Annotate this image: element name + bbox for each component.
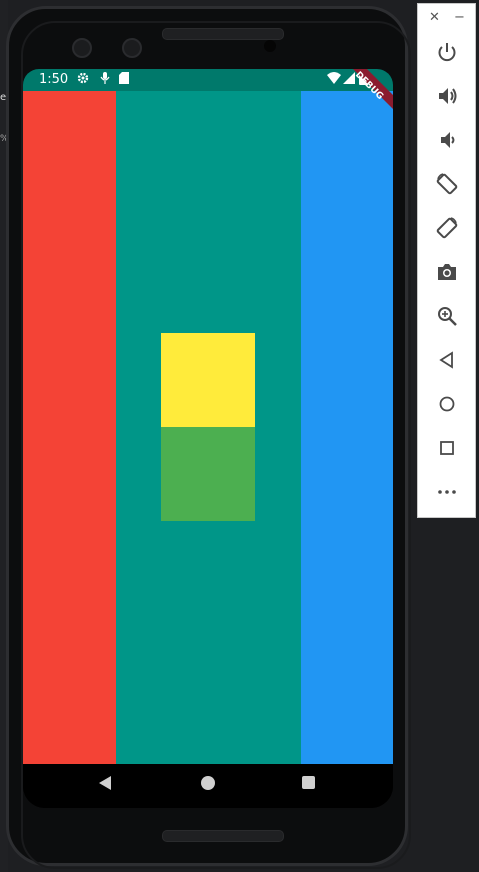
camera-icon: [438, 264, 456, 280]
volume-up-icon: [439, 88, 457, 104]
red-column: [23, 91, 116, 764]
volume-down-icon: [441, 132, 455, 148]
screenshot-button[interactable]: [430, 255, 464, 289]
volume-down-button[interactable]: [430, 123, 464, 157]
zoom-button[interactable]: [430, 299, 464, 333]
blue-column: [301, 91, 393, 764]
close-icon[interactable]: ✕: [429, 10, 440, 25]
minimize-icon[interactable]: −: [454, 10, 465, 25]
rotate-left-icon: [436, 173, 458, 195]
home-circle-icon: [439, 396, 455, 412]
navigation-bar: [23, 764, 393, 808]
app-content: [23, 91, 393, 764]
home-button[interactable]: [430, 387, 464, 421]
back-icon[interactable]: [99, 776, 111, 790]
volume-up-button[interactable]: [430, 79, 464, 113]
earpiece-speaker: [162, 28, 284, 40]
sd-card-icon: [119, 72, 129, 87]
yellow-box: [161, 333, 255, 427]
back-button[interactable]: [430, 343, 464, 377]
emulator-toolbar: ✕ −: [417, 3, 476, 518]
proximity-sensor: [264, 40, 276, 52]
settings-icon: [77, 72, 89, 87]
green-box: [161, 427, 255, 521]
status-time: 1:50: [39, 72, 69, 87]
rotate-right-button[interactable]: [430, 211, 464, 245]
more-icon: [438, 490, 456, 494]
overview-square-icon: [440, 441, 454, 455]
power-button[interactable]: [430, 35, 464, 69]
device-screen: 1:50 DEBUG: [23, 69, 393, 808]
overview-button[interactable]: [430, 431, 464, 465]
power-icon: [438, 43, 456, 62]
more-button[interactable]: [430, 475, 464, 509]
microphone-icon: [100, 72, 110, 87]
recents-icon[interactable]: [302, 776, 315, 789]
front-sensor-icon: [122, 38, 142, 58]
home-icon[interactable]: [201, 776, 215, 790]
front-camera-icon: [72, 38, 92, 58]
bottom-speaker: [162, 830, 284, 842]
back-triangle-icon: [439, 351, 453, 369]
zoom-icon: [438, 307, 457, 326]
rotate-right-icon: [436, 217, 458, 239]
rotate-left-button[interactable]: [430, 167, 464, 201]
